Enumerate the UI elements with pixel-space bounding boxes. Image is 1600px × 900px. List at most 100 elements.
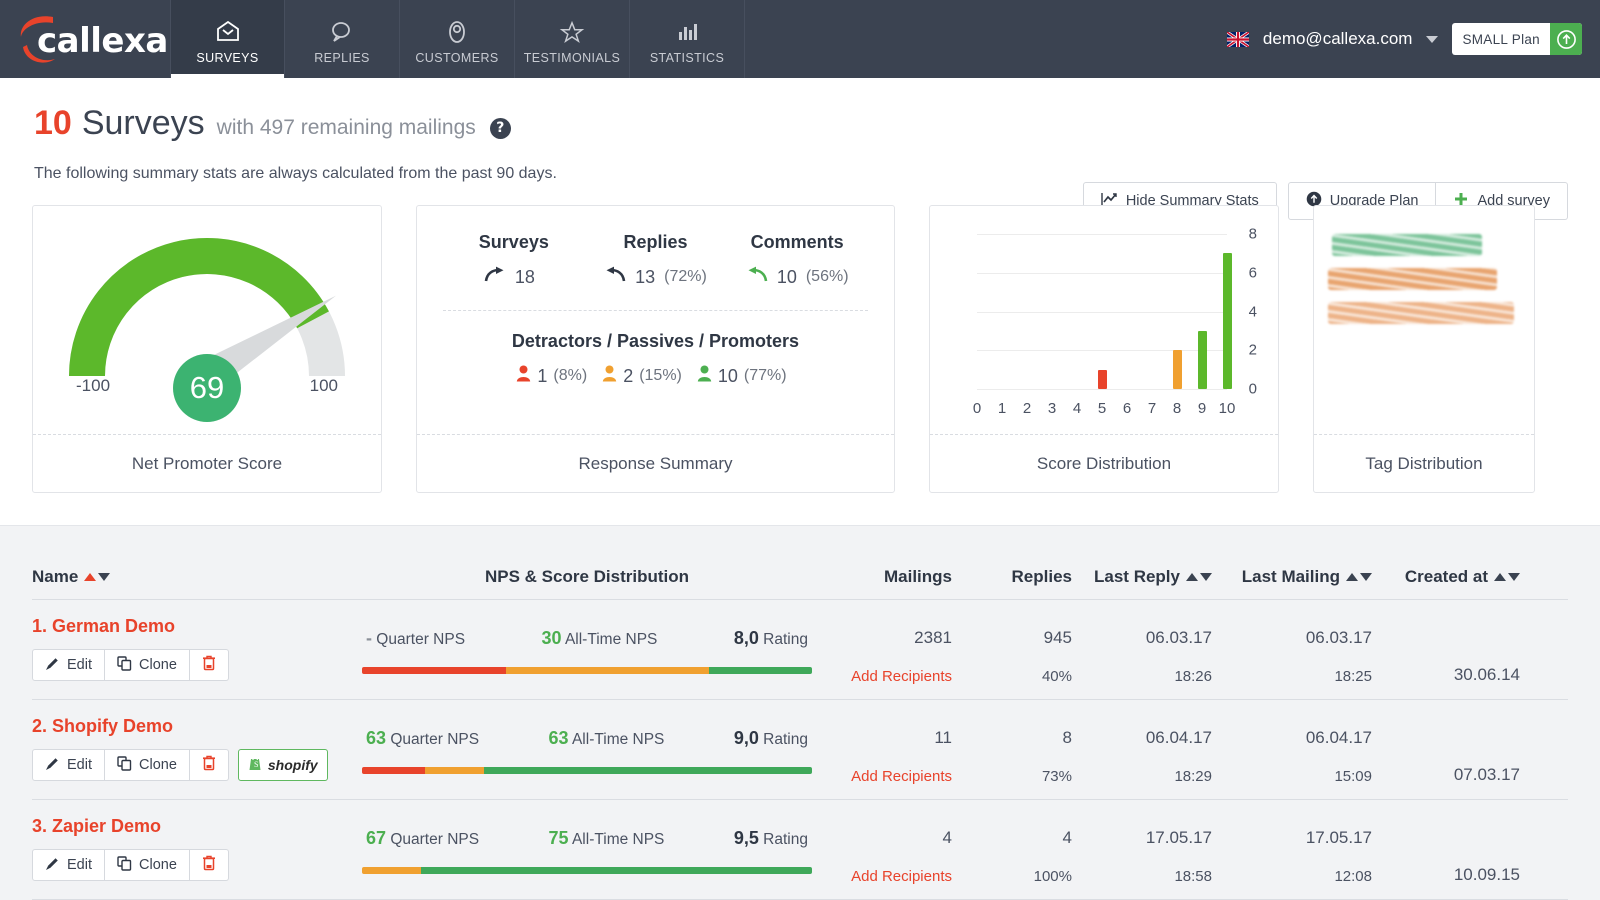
sort-control-last-mailing[interactable] [1346,573,1372,581]
logo-text: callexa [37,21,168,61]
column-header-label: Replies [1012,567,1072,587]
cell-mailings-sub[interactable]: Add Recipients [812,668,952,685]
nav-item-label: REPLIES [314,51,370,65]
cell-created-at-value: 07.03.17 [1372,765,1520,785]
cell-mailings: 4Add Recipients [812,816,952,885]
envelope-icon [215,19,241,45]
bar-segment [421,867,813,874]
help-icon[interactable]: ? [490,118,511,139]
reply-arrow-icon [604,266,626,288]
rating-value: 9,5 [734,828,759,848]
cell-mailings-sub[interactable]: Add Recipients [812,868,952,885]
nav-item-statistics[interactable]: STATISTICS [630,0,745,78]
survey-name-link[interactable]: 2. Shopify Demo [32,716,362,737]
chart-bar [1173,350,1182,389]
cell-last-reply: 17.05.1718:58 [1072,816,1212,885]
card-response-summary: Surveys 18 Replies 13 (72%) [416,205,895,493]
delete-button[interactable] [190,649,229,681]
cell-replies-sub: 100% [952,868,1072,885]
remaining-mailings-text: with 497 remaining mailings [217,116,476,140]
column-header-last-mailing[interactable]: Last Mailing [1212,567,1372,587]
sort-asc-icon[interactable] [1494,573,1506,581]
row-actions: Edit Clone [32,649,362,681]
svg-text:S: S [254,760,258,769]
clone-button[interactable]: Clone [105,749,190,781]
row-actions: Edit Clone [32,849,362,881]
response-col-surveys: Surveys 18 [443,232,585,288]
quarter-nps-value: 63 [366,728,386,748]
plan-badge[interactable]: SMALL Plan [1452,23,1582,55]
cell-created-at-value: 30.06.14 [1372,665,1520,685]
sort-desc-icon[interactable] [98,573,110,581]
arrow-up-circle-icon[interactable] [1550,23,1582,55]
uk-flag-icon[interactable] [1227,32,1249,47]
sort-desc-icon[interactable] [1360,573,1372,581]
column-header-created-at[interactable]: Created at [1372,567,1520,587]
column-header-replies: Replies [952,567,1072,587]
surveys-table: Name NPS & Score Distribution Mailings R… [0,525,1600,900]
sort-desc-icon[interactable] [1200,573,1212,581]
sort-control-created-at[interactable] [1494,573,1520,581]
column-header-last-reply[interactable]: Last Reply [1072,567,1212,587]
share-arrow-icon [484,266,506,288]
quarter-nps-value: 67 [366,828,386,848]
sort-desc-icon[interactable] [1508,573,1520,581]
score-distribution-bar [362,867,812,874]
delete-button[interactable] [190,849,229,881]
nav-item-testimonials[interactable]: TESTIMONIALS [515,0,630,78]
delete-button[interactable] [190,749,229,781]
cell-last-mailing: 17.05.1712:08 [1212,816,1372,885]
chart-bar [1098,370,1107,389]
sort-asc-icon[interactable] [1186,573,1198,581]
bar-segment [362,867,421,874]
column-header-label: Last Mailing [1242,567,1340,587]
all-time-nps-value: 63 [548,728,568,748]
chart-x-tick-label: 3 [1048,400,1056,417]
survey-name-link[interactable]: 3. Zapier Demo [32,816,362,837]
person-icon [444,19,470,45]
bar-segment [362,767,425,774]
all-time-nps-value: 30 [541,628,561,648]
sort-asc-icon[interactable] [84,573,96,581]
clone-button[interactable]: Clone [105,649,190,681]
chart-x-tick-label: 7 [1148,400,1156,417]
cell-nps-distribution: - Quarter NPS 30 All-Time NPS 8,0 Rating [362,616,812,685]
column-header-name[interactable]: Name [32,567,362,587]
sort-control-last-reply[interactable] [1186,573,1212,581]
chart-gridline [977,312,1227,313]
nav-item-surveys[interactable]: SURVEYS [170,0,285,78]
logo[interactable]: callexa [0,0,170,78]
chart-bar [1198,331,1207,389]
cell-created-at: 07.03.17 [1372,716,1520,785]
nav-item-replies[interactable]: REPLIES [285,0,400,78]
segment-pct: (15%) [639,367,682,385]
column-header-mailings: Mailings [812,567,952,587]
segment-value: 10 [718,366,738,387]
sort-control-name[interactable] [84,573,110,581]
tag-scribbles [1314,206,1534,324]
segment-pct: (8%) [553,367,587,385]
nav-item-customers[interactable]: CUSTOMERS [400,0,515,78]
cell-last-reply-value: 06.04.17 [1072,728,1212,748]
user-email[interactable]: demo@callexa.com [1263,29,1413,49]
chevron-down-icon[interactable] [1426,36,1438,43]
cell-mailings-sub[interactable]: Add Recipients [812,768,952,785]
shopify-icon: S [248,755,263,775]
edit-button[interactable]: Edit [32,749,105,781]
edit-button[interactable]: Edit [32,849,105,881]
nav-item-label: STATISTICS [650,51,724,65]
clone-button[interactable]: Clone [105,849,190,881]
segment-passives: 2 (15%) [602,365,682,387]
score-distribution-bar [362,667,812,674]
sort-asc-icon[interactable] [1346,573,1358,581]
survey-name-link[interactable]: 1. German Demo [32,616,362,637]
card-title: Response Summary [417,434,894,492]
all-time-nps: 75 All-Time NPS [548,828,664,849]
response-col-label: Surveys [443,232,585,253]
copy-icon [117,656,132,675]
cell-nps-distribution: 67 Quarter NPS 75 All-Time NPS 9,5 Ratin… [362,816,812,885]
edit-button[interactable]: Edit [32,649,105,681]
cell-replies: 873% [952,716,1072,785]
shopify-badge[interactable]: Sshopify [238,749,328,781]
score-distribution-chart: 02468012345678910 [949,224,1259,414]
